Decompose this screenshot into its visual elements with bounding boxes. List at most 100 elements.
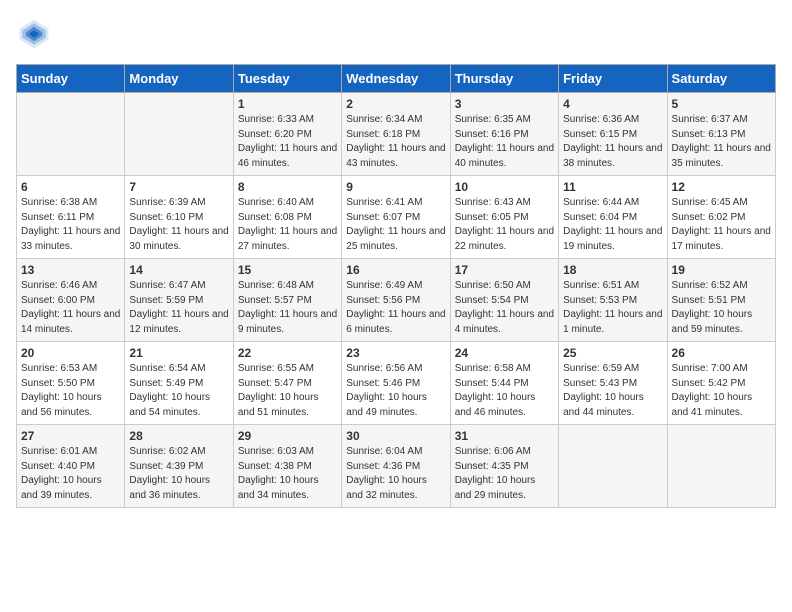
day-number: 30 [346, 429, 445, 443]
day-content: Sunrise: 6:59 AM Sunset: 5:43 PM Dayligh… [563, 362, 662, 420]
day-number: 3 [455, 97, 554, 111]
day-content: Sunrise: 6:53 AM Sunset: 5:50 PM Dayligh… [21, 362, 120, 420]
day-number: 1 [238, 97, 337, 111]
calendar-cell: 4 Sunrise: 6:36 AM Sunset: 6:15 PM Daylig… [559, 93, 667, 176]
day-content: Sunrise: 6:45 AM Sunset: 6:02 PM Dayligh… [672, 196, 771, 254]
day-number: 23 [346, 346, 445, 360]
day-content: Sunrise: 6:33 AM Sunset: 6:20 PM Dayligh… [238, 113, 337, 171]
calendar-cell: 8 Sunrise: 6:40 AM Sunset: 6:08 PM Daylig… [233, 176, 341, 259]
day-content: Sunrise: 7:00 AM Sunset: 5:42 PM Dayligh… [672, 362, 771, 420]
day-number: 14 [129, 263, 228, 277]
day-content: Sunrise: 6:56 AM Sunset: 5:46 PM Dayligh… [346, 362, 445, 420]
day-number: 12 [672, 180, 771, 194]
day-number: 10 [455, 180, 554, 194]
calendar-cell: 31 Sunrise: 6:06 AM Sunset: 4:35 PM Dayli… [450, 425, 558, 508]
day-content: Sunrise: 6:58 AM Sunset: 5:44 PM Dayligh… [455, 362, 554, 420]
weekday-header-row: SundayMondayTuesdayWednesdayThursdayFrid… [17, 65, 776, 93]
day-content: Sunrise: 6:44 AM Sunset: 6:04 PM Dayligh… [563, 196, 662, 254]
day-content: Sunrise: 6:48 AM Sunset: 5:57 PM Dayligh… [238, 279, 337, 337]
calendar-cell: 5 Sunrise: 6:37 AM Sunset: 6:13 PM Daylig… [667, 93, 775, 176]
calendar-cell [667, 425, 775, 508]
calendar-table: SundayMondayTuesdayWednesdayThursdayFrid… [16, 64, 776, 508]
week-row-1: 1 Sunrise: 6:33 AM Sunset: 6:20 PM Daylig… [17, 93, 776, 176]
day-content: Sunrise: 6:50 AM Sunset: 5:54 PM Dayligh… [455, 279, 554, 337]
weekday-header-wednesday: Wednesday [342, 65, 450, 93]
weekday-header-tuesday: Tuesday [233, 65, 341, 93]
calendar-cell: 15 Sunrise: 6:48 AM Sunset: 5:57 PM Dayli… [233, 259, 341, 342]
weekday-header-thursday: Thursday [450, 65, 558, 93]
day-content: Sunrise: 6:55 AM Sunset: 5:47 PM Dayligh… [238, 362, 337, 420]
day-content: Sunrise: 6:36 AM Sunset: 6:15 PM Dayligh… [563, 113, 662, 171]
day-content: Sunrise: 6:46 AM Sunset: 6:00 PM Dayligh… [21, 279, 120, 337]
day-number: 26 [672, 346, 771, 360]
calendar-cell: 17Sunrise: 6:50 AM Sunset: 5:54 PM Dayli… [450, 259, 558, 342]
day-number: 15 [238, 263, 337, 277]
calendar-cell: 28Sunrise: 6:02 AM Sunset: 4:39 PM Dayli… [125, 425, 233, 508]
day-content: Sunrise: 6:41 AM Sunset: 6:07 PM Dayligh… [346, 196, 445, 254]
day-content: Sunrise: 6:40 AM Sunset: 6:08 PM Dayligh… [238, 196, 337, 254]
day-number: 19 [672, 263, 771, 277]
day-number: 20 [21, 346, 120, 360]
calendar-cell: 11 Sunrise: 6:44 AM Sunset: 6:04 PM Dayli… [559, 176, 667, 259]
page-header [16, 16, 776, 52]
day-content: Sunrise: 6:02 AM Sunset: 4:39 PM Dayligh… [129, 445, 228, 503]
calendar-cell [559, 425, 667, 508]
calendar-cell: 12 Sunrise: 6:45 AM Sunset: 6:02 PM Dayli… [667, 176, 775, 259]
day-number: 5 [672, 97, 771, 111]
calendar-cell: 13Sunrise: 6:46 AM Sunset: 6:00 PM Dayli… [17, 259, 125, 342]
day-number: 24 [455, 346, 554, 360]
calendar-cell: 9 Sunrise: 6:41 AM Sunset: 6:07 PM Daylig… [342, 176, 450, 259]
day-number: 4 [563, 97, 662, 111]
week-row-5: 27Sunrise: 6:01 AM Sunset: 4:40 PM Dayli… [17, 425, 776, 508]
weekday-header-sunday: Sunday [17, 65, 125, 93]
calendar-cell: 1 Sunrise: 6:33 AM Sunset: 6:20 PM Daylig… [233, 93, 341, 176]
day-number: 9 [346, 180, 445, 194]
day-content: Sunrise: 6:43 AM Sunset: 6:05 PM Dayligh… [455, 196, 554, 254]
calendar-cell: 27Sunrise: 6:01 AM Sunset: 4:40 PM Dayli… [17, 425, 125, 508]
calendar-cell: 18 Sunrise: 6:51 AM Sunset: 5:53 PM Dayli… [559, 259, 667, 342]
calendar-cell: 25 Sunrise: 6:59 AM Sunset: 5:43 PM Dayli… [559, 342, 667, 425]
calendar-cell: 2 Sunrise: 6:34 AM Sunset: 6:18 PM Daylig… [342, 93, 450, 176]
week-row-2: 6 Sunrise: 6:38 AM Sunset: 6:11 PM Daylig… [17, 176, 776, 259]
calendar-cell: 29Sunrise: 6:03 AM Sunset: 4:38 PM Dayli… [233, 425, 341, 508]
calendar-cell: 14 Sunrise: 6:47 AM Sunset: 5:59 PM Dayli… [125, 259, 233, 342]
calendar-cell: 10 Sunrise: 6:43 AM Sunset: 6:05 PM Dayli… [450, 176, 558, 259]
day-content: Sunrise: 6:39 AM Sunset: 6:10 PM Dayligh… [129, 196, 228, 254]
day-number: 18 [563, 263, 662, 277]
weekday-header-saturday: Saturday [667, 65, 775, 93]
calendar-cell: 23 Sunrise: 6:56 AM Sunset: 5:46 PM Dayli… [342, 342, 450, 425]
day-number: 16 [346, 263, 445, 277]
calendar-cell: 30 Sunrise: 6:04 AM Sunset: 4:36 PM Dayli… [342, 425, 450, 508]
day-content: Sunrise: 6:54 AM Sunset: 5:49 PM Dayligh… [129, 362, 228, 420]
calendar-cell: 7 Sunrise: 6:39 AM Sunset: 6:10 PM Daylig… [125, 176, 233, 259]
day-number: 8 [238, 180, 337, 194]
calendar-cell [125, 93, 233, 176]
day-number: 25 [563, 346, 662, 360]
day-number: 7 [129, 180, 228, 194]
calendar-cell: 3 Sunrise: 6:35 AM Sunset: 6:16 PM Daylig… [450, 93, 558, 176]
day-number: 11 [563, 180, 662, 194]
day-number: 2 [346, 97, 445, 111]
day-content: Sunrise: 6:51 AM Sunset: 5:53 PM Dayligh… [563, 279, 662, 337]
day-number: 22 [238, 346, 337, 360]
day-content: Sunrise: 6:49 AM Sunset: 5:56 PM Dayligh… [346, 279, 445, 337]
day-content: Sunrise: 6:47 AM Sunset: 5:59 PM Dayligh… [129, 279, 228, 337]
day-content: Sunrise: 6:35 AM Sunset: 6:16 PM Dayligh… [455, 113, 554, 171]
week-row-4: 20 Sunrise: 6:53 AM Sunset: 5:50 PM Dayli… [17, 342, 776, 425]
day-content: Sunrise: 6:34 AM Sunset: 6:18 PM Dayligh… [346, 113, 445, 171]
week-row-3: 13Sunrise: 6:46 AM Sunset: 6:00 PM Dayli… [17, 259, 776, 342]
day-content: Sunrise: 6:52 AM Sunset: 5:51 PM Dayligh… [672, 279, 771, 337]
weekday-header-friday: Friday [559, 65, 667, 93]
day-number: 31 [455, 429, 554, 443]
day-content: Sunrise: 6:37 AM Sunset: 6:13 PM Dayligh… [672, 113, 771, 171]
day-number: 6 [21, 180, 120, 194]
day-content: Sunrise: 6:01 AM Sunset: 4:40 PM Dayligh… [21, 445, 120, 503]
calendar-cell: 16 Sunrise: 6:49 AM Sunset: 5:56 PM Dayli… [342, 259, 450, 342]
calendar-cell: 21 Sunrise: 6:54 AM Sunset: 5:49 PM Dayli… [125, 342, 233, 425]
calendar-cell: 24 Sunrise: 6:58 AM Sunset: 5:44 PM Dayli… [450, 342, 558, 425]
day-content: Sunrise: 6:03 AM Sunset: 4:38 PM Dayligh… [238, 445, 337, 503]
day-content: Sunrise: 6:06 AM Sunset: 4:35 PM Dayligh… [455, 445, 554, 503]
day-number: 21 [129, 346, 228, 360]
day-content: Sunrise: 6:38 AM Sunset: 6:11 PM Dayligh… [21, 196, 120, 254]
day-content: Sunrise: 6:04 AM Sunset: 4:36 PM Dayligh… [346, 445, 445, 503]
